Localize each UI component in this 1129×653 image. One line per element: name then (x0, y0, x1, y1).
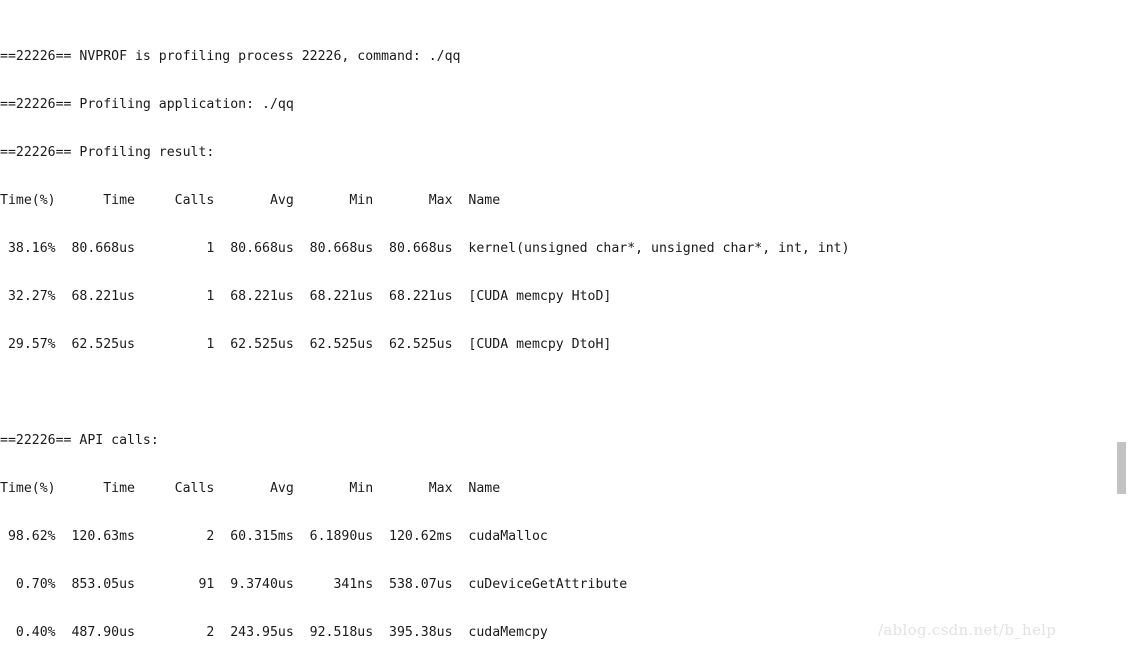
terminal-window[interactable]: ==22226== NVPROF is profiling process 22… (0, 0, 1129, 653)
output-line-profiling-app: ==22226== Profiling application: ./qq (0, 97, 294, 112)
table-row: 29.57% 62.525us 1 62.525us 62.525us 62.5… (0, 337, 612, 352)
table-row: 98.62% 120.63ms 2 60.315ms 6.1890us 120.… (0, 529, 548, 544)
scrollbar-thumb[interactable] (1117, 442, 1126, 494)
terminal-output-area[interactable]: ==22226== NVPROF is profiling process 22… (0, 1, 1110, 653)
table-row: 0.40% 487.90us 2 243.95us 92.518us 395.3… (0, 625, 548, 640)
output-line-nvprof-start: ==22226== NVPROF is profiling process 22… (0, 49, 461, 64)
scrollbar-track[interactable] (1115, 0, 1129, 653)
table-header-profiling-result: Time(%) Time Calls Avg Min Max Name (0, 193, 501, 208)
output-line-profiling-result: ==22226== Profiling result: (0, 145, 215, 160)
output-line-api-calls-heading: ==22226== API calls: (0, 433, 159, 448)
table-header-api-calls: Time(%) Time Calls Avg Min Max Name (0, 481, 501, 496)
table-row: 0.70% 853.05us 91 9.3740us 341ns 538.07u… (0, 577, 628, 592)
table-row: 32.27% 68.221us 1 68.221us 68.221us 68.2… (0, 289, 612, 304)
table-row: 38.16% 80.668us 1 80.668us 80.668us 80.6… (0, 241, 850, 256)
